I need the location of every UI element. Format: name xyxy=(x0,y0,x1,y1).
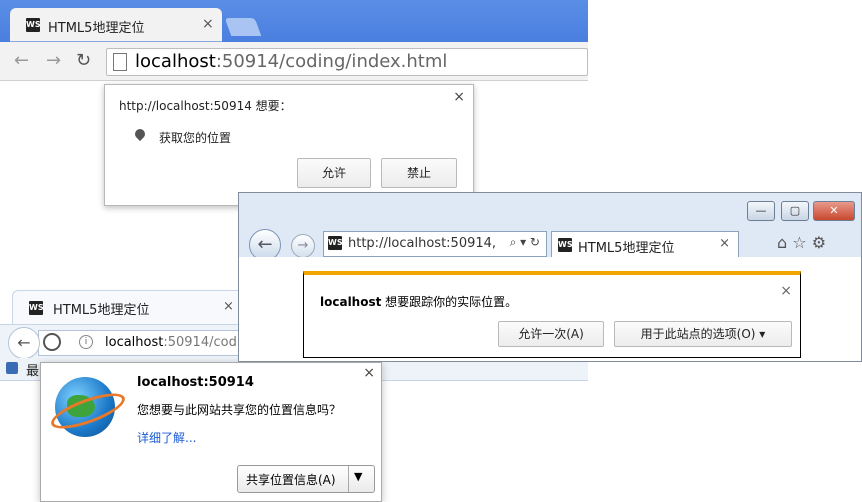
firefox-tab[interactable]: WS HTML5地理定位 × xyxy=(12,290,244,325)
bookmark-icon xyxy=(6,362,18,374)
chrome-permission-popup: http://localhost:50914 想要： × 获取您的位置 允许 禁… xyxy=(104,84,474,206)
ie-window: — ▢ ✕ ← → WS http://localhost:50914, ⌕ ▾… xyxy=(238,192,862,362)
address-bar[interactable]: localhost:50914/coding/index.html xyxy=(106,48,588,76)
globe-icon xyxy=(47,377,129,437)
allow-once-button[interactable]: 允许一次(A) xyxy=(498,321,604,347)
learn-more-link[interactable]: 详细了解... xyxy=(137,429,196,446)
close-icon[interactable]: × xyxy=(780,283,792,299)
webstorm-icon: WS xyxy=(29,301,44,315)
gear-icon[interactable]: ⚙ xyxy=(812,233,826,252)
url-path: :50914/coding/index.html xyxy=(215,51,448,72)
info-bar-message: 想要跟踪你的实际位置。 xyxy=(381,295,518,309)
new-tab-button[interactable] xyxy=(224,18,262,36)
close-icon[interactable]: × xyxy=(363,365,375,381)
chrome-tab[interactable]: WS HTML5地理定位 × xyxy=(10,8,222,42)
ie-toolbar-icons: ⌂ ☆ ⚙ xyxy=(777,233,826,252)
close-icon[interactable]: × xyxy=(453,89,465,105)
search-refresh-icons[interactable]: ⌕ ▾ ↻ xyxy=(510,235,540,250)
maximize-icon[interactable]: ▢ xyxy=(781,201,809,221)
webstorm-icon: WS xyxy=(558,238,573,252)
url-host: localhost xyxy=(135,51,216,72)
info-bar-host: localhost xyxy=(320,295,382,309)
location-icon[interactable] xyxy=(43,333,61,351)
ie-info-bar: localhost 想要跟踪你的实际位置。 × 允许一次(A) 用于此站点的选项… xyxy=(303,271,801,358)
close-window-icon[interactable]: ✕ xyxy=(813,201,855,221)
ie-address-bar[interactable]: WS http://localhost:50914, ⌕ ▾ ↻ xyxy=(323,231,547,257)
forward-arrow-icon[interactable]: → xyxy=(291,234,315,258)
url-host: localhost xyxy=(105,335,164,350)
home-icon[interactable]: ⌂ xyxy=(777,233,787,252)
permission-label: 获取您的位置 xyxy=(159,131,232,145)
back-arrow-icon[interactable]: ← xyxy=(14,50,29,71)
close-tab-icon[interactable]: × xyxy=(202,16,214,32)
firefox-tab-title: HTML5地理定位 xyxy=(53,303,150,318)
share-location-button[interactable]: 共享位置信息(A) ▼ xyxy=(237,465,375,493)
close-tab-icon[interactable]: × xyxy=(223,299,234,314)
webstorm-icon: WS xyxy=(26,18,41,32)
forward-arrow-icon[interactable]: → xyxy=(46,50,61,71)
chrome-toolbar: ← → ↻ localhost:50914/coding/index.html xyxy=(0,42,588,81)
close-tab-icon[interactable]: × xyxy=(719,236,730,251)
popup-host: localhost:50914 xyxy=(137,375,254,390)
block-button[interactable]: 禁止 xyxy=(381,158,457,188)
bookmark-label[interactable]: 最 xyxy=(26,360,39,379)
location-pin-icon xyxy=(132,126,148,142)
popup-message: http://localhost:50914 想要： xyxy=(119,99,292,113)
chrome-url: localhost:50914/coding/index.html xyxy=(135,51,447,72)
back-arrow-icon[interactable]: ← xyxy=(8,327,40,359)
site-options-button[interactable]: 用于此站点的选项(O) ▾ xyxy=(614,321,792,347)
ie-tab-title: HTML5地理定位 xyxy=(578,241,675,256)
firefox-permission-popup: localhost:50914 您想要与此网站共享您的位置信息吗？ 详细了解..… xyxy=(40,362,382,502)
chrome-tab-bar: WS HTML5地理定位 × xyxy=(0,0,588,42)
ie-tab[interactable]: WS HTML5地理定位 × xyxy=(551,231,739,258)
chrome-tab-title: HTML5地理定位 xyxy=(48,21,145,36)
info-bar-text: localhost 想要跟踪你的实际位置。 xyxy=(320,293,517,310)
reload-icon[interactable]: ↻ xyxy=(76,50,91,71)
star-icon[interactable]: ☆ xyxy=(792,233,806,252)
share-location-label: 共享位置信息(A) xyxy=(246,473,336,487)
allow-button[interactable]: 允许 xyxy=(297,158,371,188)
ie-url: http://localhost:50914, xyxy=(348,236,497,251)
minimize-icon[interactable]: — xyxy=(747,201,775,221)
popup-question: 您想要与此网站共享您的位置信息吗？ xyxy=(137,403,342,417)
button-divider xyxy=(348,466,349,492)
chevron-down-icon[interactable]: ▼ xyxy=(354,470,362,483)
webstorm-icon: WS xyxy=(328,236,343,250)
page-icon xyxy=(113,53,127,71)
info-icon[interactable]: i xyxy=(79,335,93,349)
